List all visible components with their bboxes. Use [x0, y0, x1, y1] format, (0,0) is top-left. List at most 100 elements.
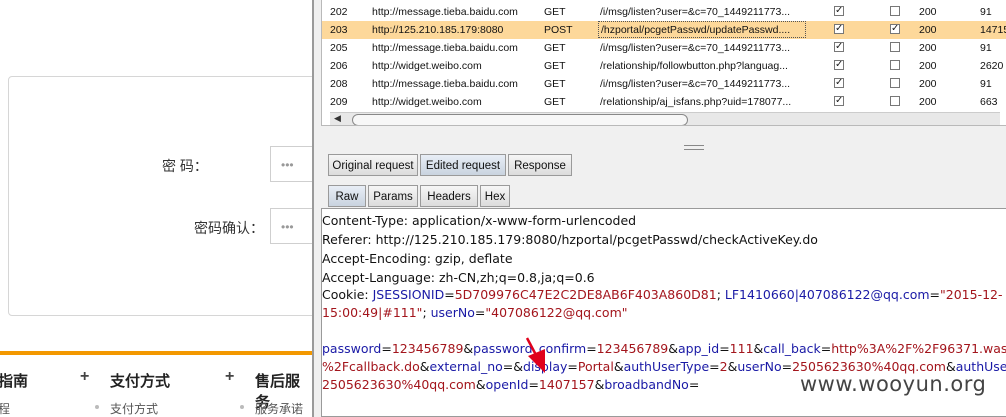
param-value: Portal	[577, 359, 614, 374]
param-value: 123456789	[391, 341, 464, 356]
param-value-continued: 2505623630%40qq.com	[322, 377, 476, 392]
param-key: external_no	[429, 359, 503, 374]
proxy-tool-window: 202 http://message.tieba.baidu.com GET/i/m…	[312, 0, 1006, 417]
row-url: /relationship/aj_isfans.php?uid=178077..…	[600, 96, 792, 108]
row-edited-checkbox[interactable]: ✓	[890, 24, 900, 34]
row-method: GET	[544, 60, 566, 72]
password-confirm-label: 密码确认：	[194, 220, 264, 236]
row-edited-checkbox[interactable]	[890, 6, 900, 16]
row-number: 203	[330, 24, 348, 36]
row-url: /relationship/followbutton.php?languag..…	[600, 60, 788, 72]
param-key: userNo	[737, 359, 782, 374]
header-accept-language: Accept-Language: zh-CN,zh;q=0.8,ja;q=0.6	[322, 270, 595, 285]
row-length: 91	[980, 6, 992, 18]
row-params-checkbox[interactable]: ✓	[834, 78, 844, 88]
password-label: 密 码：	[162, 158, 208, 174]
param-key: password_confirm	[473, 341, 587, 356]
row-params-checkbox[interactable]: ✓	[834, 60, 844, 70]
row-method: GET	[544, 78, 566, 90]
tab-raw[interactable]: Raw	[328, 185, 366, 207]
row-length: 91	[980, 78, 992, 90]
body-params-line1: password=123456789&password_confirm=1234…	[322, 341, 1006, 356]
history-row[interactable]: 209 http://widget.weibo.com GET/relationsh…	[322, 93, 1006, 111]
row-host: http://message.tieba.baidu.com	[372, 78, 518, 90]
tab-hex[interactable]: Hex	[480, 185, 510, 207]
body-params-line3: 2505623630%40qq.com&openId=1407157&broad…	[322, 377, 700, 392]
footer-col-guide[interactable]: 指南	[0, 370, 28, 391]
background-webpage: 密 码： ••• 密码确认： ••• 指南 程 + 支付方式 支付方式 + 售后…	[0, 0, 312, 417]
row-number: 208	[330, 78, 348, 90]
row-edited-checkbox[interactable]	[890, 78, 900, 88]
row-length: 2620	[980, 60, 1004, 72]
pane-splitter-handle[interactable]	[684, 145, 704, 150]
row-method: GET	[544, 42, 566, 54]
header-accept-encoding: Accept-Encoding: gzip, deflate	[322, 251, 513, 266]
param-key: authUserType	[623, 359, 710, 374]
row-params-checkbox[interactable]: ✓	[834, 42, 844, 52]
password-confirm-input[interactable]: •••	[270, 208, 312, 244]
tab-response[interactable]: Response	[508, 154, 572, 176]
row-url: /i/msg/listen?user=&c=70_1449211773...	[600, 78, 791, 90]
param-key: app_id	[678, 341, 720, 356]
proxy-history-table: 202 http://message.tieba.baidu.com GET/i/m…	[321, 0, 1006, 126]
param-value: 1407157	[538, 377, 595, 392]
row-number: 209	[330, 96, 348, 108]
param-value: 2	[719, 359, 728, 374]
scroll-left-icon[interactable]: ◀	[334, 113, 341, 124]
header-referer: Referer: http://125.210.185.179:8080/hzp…	[322, 232, 818, 247]
row-url: /hzportal/pcgetPasswd/updatePasswd....	[598, 21, 806, 38]
footer-payment-item[interactable]: 支付方式	[110, 400, 158, 417]
row-length: 14715	[980, 24, 1006, 36]
row-method: GET	[544, 96, 566, 108]
tab-edited-request[interactable]: Edited request	[420, 154, 506, 176]
tab-params[interactable]: Params	[368, 185, 418, 207]
param-value: http%3A%2F%2F96371.wasu	[831, 341, 1006, 356]
row-edited-checkbox[interactable]	[890, 96, 900, 106]
footer-col-payment[interactable]: 支付方式	[110, 370, 170, 391]
password-input[interactable]: •••	[270, 146, 312, 182]
scrollbar-thumb[interactable]	[352, 114, 688, 125]
param-key: password	[322, 341, 382, 356]
footer-accent-bar	[0, 351, 312, 355]
row-host: http://message.tieba.baidu.com	[372, 42, 518, 54]
history-row[interactable]: 203 http://125.210.185.179:8080 POST/hzpor…	[322, 21, 1006, 39]
header-cookie-continued: 15:00:49|#111"; userNo="407086122@qq.com…	[322, 305, 628, 320]
row-url: /i/msg/listen?user=&c=70_1449211773...	[600, 42, 791, 54]
history-row[interactable]: 205 http://message.tieba.baidu.com GET/i/m…	[322, 39, 1006, 57]
row-method: POST	[544, 24, 573, 36]
row-status: 200	[919, 60, 937, 72]
param-key: broadbandNo	[604, 377, 689, 392]
row-edited-checkbox[interactable]	[890, 42, 900, 52]
row-status: 200	[919, 42, 937, 54]
row-params-checkbox[interactable]: ✓	[834, 24, 844, 34]
row-params-checkbox[interactable]: ✓	[834, 96, 844, 106]
header-content-type: Content-Type: application/x-www-form-url…	[322, 213, 637, 228]
row-length: 91	[980, 42, 992, 54]
row-number: 206	[330, 60, 348, 72]
history-row[interactable]: 202 http://message.tieba.baidu.com GET/i/m…	[322, 3, 1006, 21]
row-params-checkbox[interactable]: ✓	[834, 6, 844, 16]
expand-plus-icon[interactable]: +	[80, 368, 89, 386]
bullet-icon	[240, 405, 244, 409]
footer-guide-item[interactable]: 程	[0, 400, 10, 417]
row-host: http://message.tieba.baidu.com	[372, 6, 518, 18]
expand-plus-icon[interactable]: +	[225, 368, 234, 386]
tab-original-request[interactable]: Original request	[328, 154, 418, 176]
row-status: 200	[919, 24, 937, 36]
history-row[interactable]: 208 http://message.tieba.baidu.com GET/i/m…	[322, 75, 1006, 93]
row-status: 200	[919, 6, 937, 18]
param-value: 123456789	[596, 341, 669, 356]
history-row[interactable]: 206 http://widget.weibo.com GET/relationsh…	[322, 57, 1006, 75]
row-number: 205	[330, 42, 348, 54]
history-horizontal-scrollbar[interactable]: ◀	[330, 112, 1000, 125]
row-status: 200	[919, 96, 937, 108]
tab-headers[interactable]: Headers	[420, 185, 478, 207]
footer-aftersales-item[interactable]: 服务承诺	[255, 400, 303, 417]
row-host: http://125.210.185.179:8080	[372, 24, 504, 36]
row-number: 202	[330, 6, 348, 18]
row-length: 663	[980, 96, 998, 108]
password-form	[8, 76, 312, 316]
row-edited-checkbox[interactable]	[890, 60, 900, 70]
row-host: http://widget.weibo.com	[372, 96, 482, 108]
param-key: display	[523, 359, 568, 374]
